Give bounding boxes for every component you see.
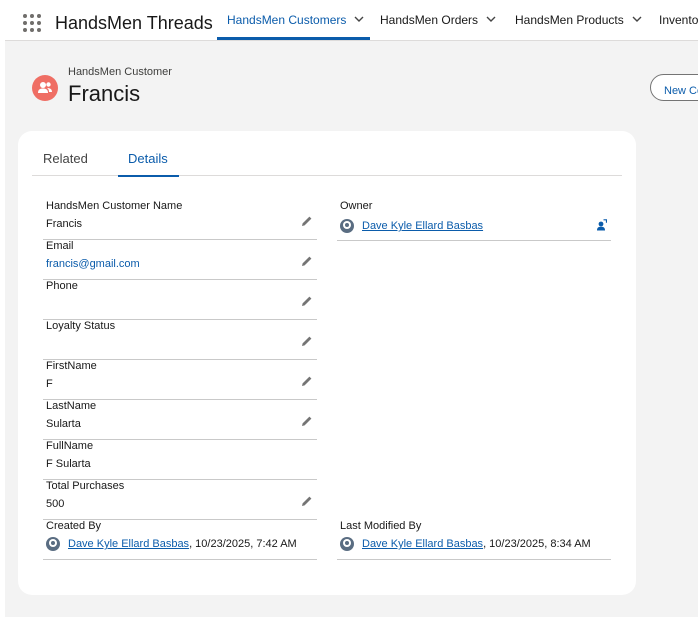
email-link[interactable]: francis@gmail.com [46,258,140,270]
nav-tab-label: HandsMen Orders [380,13,479,27]
owner-value: Dave Kyle Ellard Basbas [340,219,483,233]
user-avatar-icon [46,537,60,551]
field-email: Email francis@gmail.com [43,240,317,280]
nav-tab-handsmen-customers[interactable]: HandsMen Customers [216,0,371,40]
owner-user-link[interactable]: Dave Kyle Ellard Basbas [362,220,483,232]
field-value: F [46,378,53,390]
details-card: Related Details HandsMen Customer Name F… [18,131,636,595]
created-by-value: Dave Kyle Ellard Basbas , 10/23/2025, 7:… [46,537,297,551]
chevron-down-icon[interactable] [346,0,368,40]
pencil-icon[interactable] [301,335,313,347]
field-label: Total Purchases [46,480,125,492]
field-label: HandsMen Customer Name [46,200,183,212]
last-modified-by-value: Dave Kyle Ellard Basbas , 10/23/2025, 8:… [340,537,591,551]
field-total-purchases: Total Purchases 500 [43,480,317,520]
tab-related[interactable]: Related [43,151,88,176]
last-modified-by-timestamp: , 10/23/2025, 8:34 AM [483,538,591,550]
field-label: Owner [340,200,373,212]
pencil-icon[interactable] [301,255,313,267]
new-contact-button[interactable]: New Contact [650,74,698,101]
pencil-icon[interactable] [301,415,313,427]
app-launcher-waffle-icon[interactable] [23,14,41,32]
field-full-name: FullName F Sularta [43,440,317,480]
change-owner-icon[interactable] [595,219,607,231]
field-value: Sularta [46,418,81,430]
field-value: Francis [46,218,83,230]
pencil-icon[interactable] [301,495,313,507]
nav-tab-label: HandsMen Products [515,13,624,27]
field-label: FirstName [46,360,97,372]
field-label: Last Modified By [340,520,422,532]
user-avatar-icon [340,219,354,233]
created-by-user-link[interactable]: Dave Kyle Ellard Basbas [68,538,189,550]
top-navigation: HandsMen Threads HandsMen Customers Hand… [5,0,698,41]
field-loyalty-status: Loyalty Status [43,320,317,360]
user-avatar-icon [340,537,354,551]
nav-tab-inventory[interactable]: Inventory [659,0,698,40]
left-edge [0,0,5,617]
nav-tab-handsmen-orders[interactable]: HandsMen Orders [380,0,500,40]
field-label: Phone [46,280,78,292]
last-modified-by-user-link[interactable]: Dave Kyle Ellard Basbas [362,538,483,550]
field-last-name: LastName Sularta [43,400,317,440]
nav-tab-label: Inventory [659,13,698,27]
field-label: FullName [46,440,94,452]
tab-details[interactable]: Details [118,151,179,177]
field-first-name: FirstName F [43,360,317,400]
nav-tab-label: HandsMen Customers [227,13,347,27]
pencil-icon[interactable] [301,215,313,227]
customer-icon [32,75,58,101]
chevron-down-icon[interactable] [478,0,500,40]
field-label: Created By [46,520,102,532]
field-value: F Sularta [46,458,91,470]
field-last-modified-by: Last Modified By Dave Kyle Ellard Basbas… [337,520,611,560]
record-type-label: HandsMen Customer [68,66,172,78]
field-label: Loyalty Status [46,320,116,332]
chevron-down-icon[interactable] [624,0,646,40]
field-created-by: Created By Dave Kyle Ellard Basbas , 10/… [43,520,317,560]
field-owner: Owner Dave Kyle Ellard Basbas [337,200,611,241]
app-name: HandsMen Threads [55,13,213,33]
nav-tab-handsmen-products[interactable]: HandsMen Products [515,0,646,40]
field-label: LastName [46,400,97,412]
created-by-timestamp: , 10/23/2025, 7:42 AM [189,538,297,550]
field-customer-name: HandsMen Customer Name Francis [43,200,317,240]
field-label: Email [46,240,74,252]
field-phone: Phone [43,280,317,320]
field-value: 500 [46,498,65,510]
record-tabs: Related Details [32,151,622,177]
pencil-icon[interactable] [301,375,313,387]
pencil-icon[interactable] [301,295,313,307]
record-title: Francis [68,81,141,106]
